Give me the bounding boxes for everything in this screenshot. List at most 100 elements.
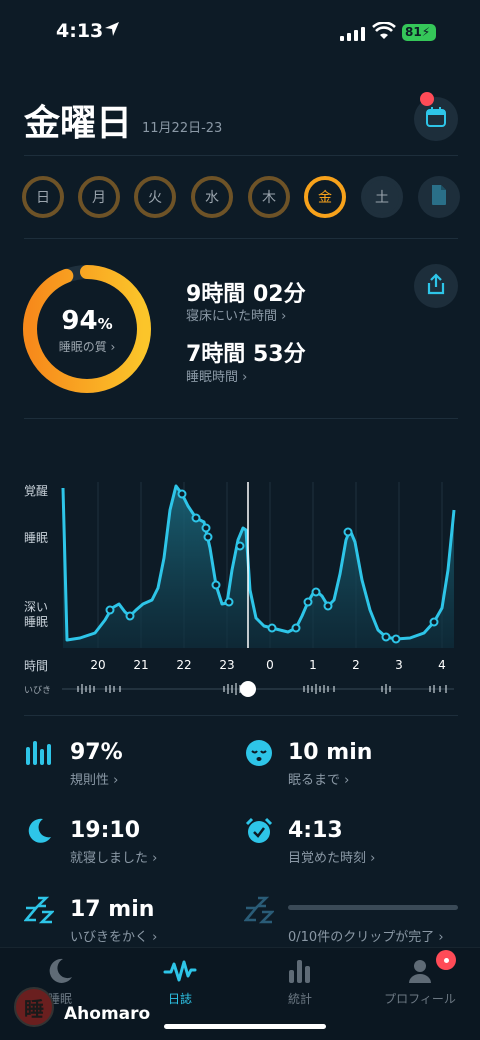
chart-marker [391, 634, 401, 644]
chart-marker [429, 617, 439, 627]
regularity-value: 97% [70, 740, 123, 765]
score-number: 94 [61, 306, 98, 336]
day-tue[interactable]: 火 [134, 176, 176, 218]
bedtime-value: 19:10 [70, 818, 141, 843]
x-tick: 22 [176, 658, 191, 672]
tab-journal[interactable]: 日誌 [120, 956, 240, 1007]
x-tick: 4 [438, 658, 446, 672]
status-time: 4:13 [56, 20, 104, 42]
chart-marker [323, 601, 333, 611]
day-sat[interactable]: 土 [361, 176, 403, 218]
clips-progress-bar [288, 905, 458, 910]
snore-value: 17 min [70, 897, 155, 922]
document-icon [430, 184, 448, 210]
divider [24, 418, 458, 419]
divider [24, 715, 458, 716]
tab-label: プロフィール [384, 992, 456, 1006]
watermark-name: Ahomaro [64, 1004, 151, 1024]
page-title: 金曜日 [24, 103, 133, 144]
battery-level: 81 [405, 25, 422, 39]
clips-zzz-icon [244, 894, 274, 924]
time-scrubber-handle[interactable] [240, 681, 256, 697]
chart-marker [267, 623, 277, 633]
home-indicator[interactable] [164, 1024, 326, 1029]
x-tick: 3 [395, 658, 403, 672]
chart-marker [201, 523, 211, 533]
sleep-quality-link[interactable]: 睡眠の質 › [22, 338, 152, 355]
date-range: 11月22日-23 [142, 121, 223, 136]
battery-indicator: 81⚡ [402, 24, 436, 41]
chart-marker [381, 632, 391, 642]
cellular-signal-icon [340, 26, 366, 45]
wake-time-link[interactable]: 目覚めた時刻 › [288, 847, 375, 866]
bar-chart-tab-icon [240, 956, 360, 986]
watermark-seal-text: 睡 [24, 996, 44, 1021]
chart-marker [291, 623, 301, 633]
moon-tab-icon [0, 956, 120, 986]
day-thu[interactable]: 木 [248, 176, 290, 218]
sleep-stage-chart[interactable]: 20 21 22 23 0 1 2 3 4 [0, 470, 480, 705]
score-unit: % [97, 315, 113, 333]
sleep-area-fill [63, 486, 454, 648]
asleep-value: 7時間 53分 [186, 342, 306, 367]
in-bed-link[interactable]: 寝床にいた時間 › [186, 305, 286, 324]
week-selector: 日 月 火 水 木 金 土 [22, 176, 462, 220]
calendar-button[interactable] [414, 97, 458, 141]
snore-zzz-icon [24, 894, 54, 924]
time-to-sleep-value: 10 min [288, 740, 373, 765]
chart-marker [224, 597, 234, 607]
chart-marker [235, 541, 245, 551]
chart-marker [311, 587, 321, 597]
waveform-tab-icon [120, 956, 240, 986]
divider [24, 238, 458, 239]
asleep-link[interactable]: 睡眠時間 › [186, 366, 247, 385]
tab-profile[interactable]: プロフィール [360, 956, 480, 1007]
sleep-quality-value: 94% [22, 306, 152, 336]
tab-stats[interactable]: 統計 [240, 956, 360, 1007]
share-button[interactable] [414, 264, 458, 308]
chart-marker [303, 597, 313, 607]
clips-link[interactable]: 0/10件のクリップが完了 › [288, 926, 444, 945]
x-tick: 2 [352, 658, 360, 672]
chart-marker [203, 532, 213, 542]
wifi-icon [372, 21, 396, 44]
day-fri[interactable]: 金 [304, 176, 346, 218]
x-tick: 23 [219, 658, 234, 672]
chart-marker [191, 513, 201, 523]
profile-notification-badge [436, 950, 456, 970]
chart-marker [343, 527, 353, 537]
snore-row-label: いびき [24, 686, 52, 696]
regularity-link[interactable]: 規則性 › [70, 769, 118, 788]
wake-time-value: 4:13 [288, 818, 343, 843]
sleepy-face-icon [244, 738, 274, 768]
location-arrow-icon [104, 21, 120, 41]
bedtime-link[interactable]: 就寝しました › [70, 847, 157, 866]
journal-button[interactable] [418, 176, 460, 218]
regularity-icon [24, 738, 54, 768]
day-mon[interactable]: 月 [78, 176, 120, 218]
alarm-clock-icon [244, 816, 274, 846]
chart-marker [125, 611, 135, 621]
notification-dot [420, 92, 434, 106]
chart-marker [211, 580, 221, 590]
divider [24, 155, 458, 156]
moon-icon [24, 816, 54, 846]
tab-label: 統計 [287, 992, 312, 1006]
time-to-sleep-link[interactable]: 眠るまで › [288, 769, 349, 788]
calendar-icon [425, 106, 447, 132]
status-bar: 4:13 81⚡ [0, 0, 480, 62]
watermark-seal: 睡 [14, 987, 54, 1027]
person-tab-icon [360, 956, 480, 986]
x-tick: 0 [266, 658, 274, 672]
share-icon [426, 273, 446, 299]
x-axis-ticks: 20 21 22 23 0 1 2 3 4 [90, 658, 445, 672]
chart-marker [177, 489, 187, 499]
day-wed[interactable]: 水 [191, 176, 233, 218]
x-tick: 1 [309, 658, 317, 672]
x-tick: 21 [133, 658, 148, 672]
day-sun[interactable]: 日 [22, 176, 64, 218]
x-tick: 20 [90, 658, 105, 672]
chart-marker [105, 605, 115, 615]
snore-link[interactable]: いびきをかく › [70, 926, 157, 945]
in-bed-value: 9時間 02分 [186, 282, 306, 307]
